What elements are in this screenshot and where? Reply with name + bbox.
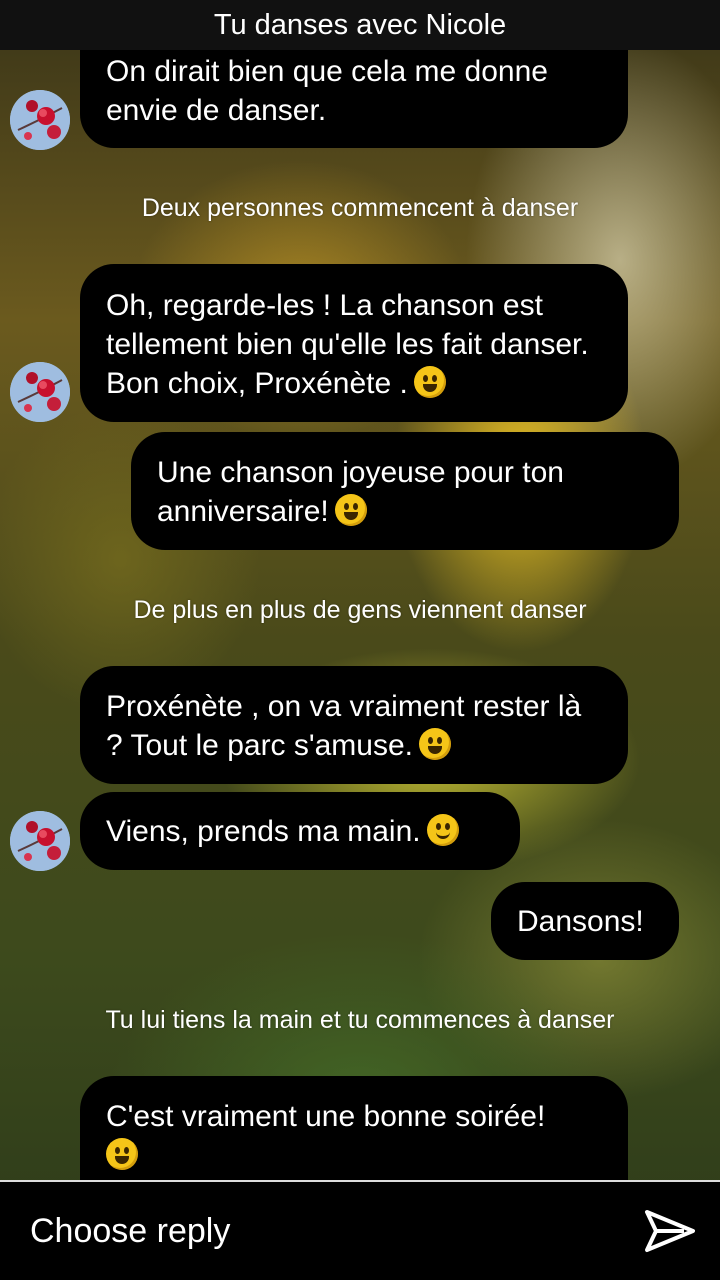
message-bubble-received: Proxénète , on va vraiment rester là ? T… [80, 666, 628, 784]
message-text: On dirait bien que cela me donne envie d… [106, 55, 548, 127]
chat-title: Tu danses avec Nicole [213, 8, 507, 41]
narration-text: Deux personnes commencent à danser [141, 194, 579, 222]
message-bubble-received: C'est vraiment une bonne soirée! [80, 1076, 628, 1180]
narration-text: Tu lui tiens la main et tu commences à d… [105, 1006, 615, 1034]
grinning-face-icon [334, 494, 367, 526]
reply-bar[interactable]: Choose reply [0, 1180, 720, 1280]
grinning-smiling-eyes-icon [106, 1138, 138, 1170]
send-icon[interactable] [644, 1208, 696, 1254]
message-text: Proxénète , on va vraiment rester là ? T… [106, 690, 582, 762]
message-bubble-received: Viens, prends ma main. [80, 792, 520, 870]
message-bubble-sent: Dansons! [491, 882, 679, 960]
smiling-face-icon [426, 814, 459, 846]
message-bubble-received: Oh, regarde-les ! La chanson est telleme… [80, 264, 628, 422]
avatar[interactable] [10, 362, 70, 422]
message-text: Dansons! [517, 905, 644, 938]
message-text: C'est vraiment une bonne soirée! [106, 1100, 546, 1133]
chat-header: Tu danses avec Nicole [0, 0, 720, 50]
message-bubble-sent: Une chanson joyeuse pour ton anniversair… [131, 432, 679, 550]
message-text: Oh, regarde-les ! La chanson est telleme… [106, 289, 589, 400]
avatar[interactable] [10, 90, 70, 150]
tears-of-joy-icon [419, 728, 452, 760]
narration-text: De plus en plus de gens viennent danser [133, 596, 587, 624]
avatar[interactable] [10, 811, 70, 871]
message-text: Viens, prends ma main. [106, 815, 421, 848]
choose-reply-button[interactable]: Choose reply [30, 1212, 230, 1251]
grinning-face-icon [413, 366, 446, 398]
